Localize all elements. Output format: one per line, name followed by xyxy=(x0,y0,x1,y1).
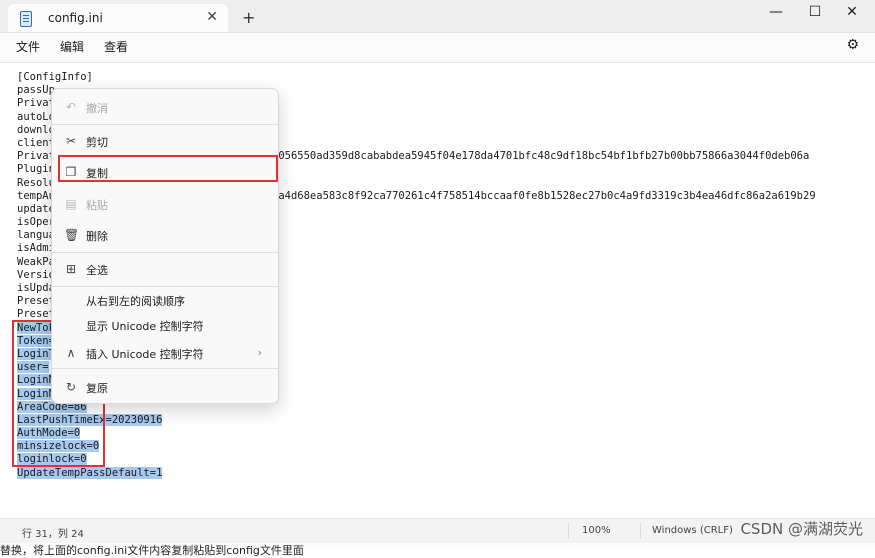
editor-line-text: Privat xyxy=(17,150,55,163)
ctx-paste-label: 粘贴 xyxy=(86,199,108,212)
editor-line[interactable]: [ConfigInfo] xyxy=(17,71,162,84)
scissors-icon: ✂ xyxy=(65,134,77,148)
maximize-button[interactable]: ☐ xyxy=(801,4,829,24)
editor-line-text: isAdmi xyxy=(17,242,55,255)
notepad-window: config.ini ✕ + — ☐ ✕ 文件 编辑 查看 ⚙ [ConfigI… xyxy=(0,0,875,557)
ctx-reconvert-label: 复原 xyxy=(86,382,108,395)
trash-icon: 🗑 xyxy=(64,228,80,242)
document-tab[interactable]: config.ini ✕ xyxy=(8,4,228,32)
status-divider xyxy=(640,523,641,539)
editor-line-text: isOper xyxy=(17,216,55,229)
ctx-delete-label: 删除 xyxy=(86,230,108,243)
editor-line-text: tempAu xyxy=(17,189,55,202)
caption-text: 替换，将上面的config.ini文件内容复制粘贴到config文件里面 xyxy=(0,544,304,557)
ctx-undo-label: 撤消 xyxy=(86,102,108,115)
ctx-select-all-label: 全选 xyxy=(86,264,108,277)
ctx-delete[interactable]: 🗑 删除 xyxy=(58,220,272,250)
ctx-divider xyxy=(52,368,278,369)
editor-line-text: Preset xyxy=(17,308,55,321)
paste-icon: ▤ xyxy=(65,197,77,211)
ctx-reconvert[interactable]: ↻ 复原 xyxy=(58,372,272,402)
editor-line-tail: aa4d68ea583c8f92ca770261c4f758514bccaaf0… xyxy=(272,189,816,202)
ctx-cut-label: 剪切 xyxy=(86,136,108,149)
caret-icon: ∧ xyxy=(66,346,76,360)
editor-line-text: isUpda xyxy=(17,282,55,294)
minimize-button[interactable]: — xyxy=(762,4,790,24)
ctx-divider xyxy=(52,252,278,253)
editor-line-text: Preset xyxy=(17,295,55,308)
line-ending[interactable]: Windows (CRLF) xyxy=(652,525,733,536)
editor-line-text: Plugin xyxy=(17,163,55,176)
menu-bar: 文件 编辑 查看 ⚙ xyxy=(0,33,875,59)
ctx-show-unicode-label: 显示 Unicode 控制字符 xyxy=(86,320,204,333)
editor-line-tail: a056550ad359d8cababdea5945f04e178da4701b… xyxy=(272,150,810,163)
editor-line-text: Privat xyxy=(17,97,55,110)
csdn-watermark: CSDN @满湖荧光 xyxy=(740,520,863,538)
tab-title: config.ini xyxy=(48,11,103,25)
ctx-divider xyxy=(52,124,278,125)
chevron-right-icon: › xyxy=(257,346,262,359)
ctx-undo[interactable]: ↶ 撤消 xyxy=(58,92,272,122)
editor-line-text: update xyxy=(17,202,55,215)
menu-view[interactable]: 查看 xyxy=(104,38,128,55)
title-bar: config.ini ✕ + — ☐ ✕ xyxy=(0,0,875,33)
ctx-rtl-label: 从右到左的阅读顺序 xyxy=(86,295,185,308)
menu-file[interactable]: 文件 xyxy=(16,38,40,55)
ctx-insert-unicode[interactable]: ∧ 插入 Unicode 控制字符 › xyxy=(58,338,272,368)
editor-line-text: Resolu xyxy=(17,176,55,189)
editor-line-text: passUp xyxy=(17,84,55,97)
editor-line-text: Versio xyxy=(17,268,55,281)
editor-line-text: downlo xyxy=(17,123,55,136)
ctx-show-unicode[interactable]: 显示 Unicode 控制字符 xyxy=(58,310,272,340)
ctx-paste[interactable]: ▤ 粘贴 xyxy=(58,189,272,219)
editor-line-text: client xyxy=(17,136,55,149)
close-tab-icon[interactable]: ✕ xyxy=(206,9,218,25)
close-window-button[interactable]: ✕ xyxy=(838,4,866,24)
select-all-icon: ⊞ xyxy=(65,262,77,276)
notepad-icon xyxy=(20,11,32,27)
editor-line-text: UpdateTempPassDefault=1 xyxy=(17,466,163,479)
ctx-insert-unicode-label: 插入 Unicode 控制字符 xyxy=(86,348,204,361)
settings-gear-icon[interactable]: ⚙ xyxy=(846,37,859,53)
editor-line[interactable]: UpdateTempPassDefault=1 xyxy=(17,466,163,480)
editor-line-text: langua xyxy=(17,229,55,242)
context-menu: ↶ 撤消 ✂ 剪切 ❐ 复制 ▤ 粘贴 🗑 删除 ⊞ 全选 从右到左的阅读顺序 xyxy=(51,88,279,404)
ctx-cut[interactable]: ✂ 剪切 xyxy=(58,126,272,156)
new-tab-button[interactable]: + xyxy=(242,8,255,27)
editor-line-text: autoLo xyxy=(17,110,55,123)
zoom-level[interactable]: 100% xyxy=(582,525,611,536)
status-divider xyxy=(568,523,569,539)
ctx-select-all[interactable]: ⊞ 全选 xyxy=(58,254,272,284)
undo-icon: ↶ xyxy=(65,100,77,114)
editor-line-text: [ConfigInfo] xyxy=(17,71,93,83)
editor-line-text: WeakPa xyxy=(17,255,55,268)
cursor-position: 行 31，列 24 xyxy=(22,529,84,540)
menu-edit[interactable]: 编辑 xyxy=(60,38,84,55)
copy-highlight-box xyxy=(58,155,278,182)
reconvert-icon: ↻ xyxy=(65,380,77,394)
